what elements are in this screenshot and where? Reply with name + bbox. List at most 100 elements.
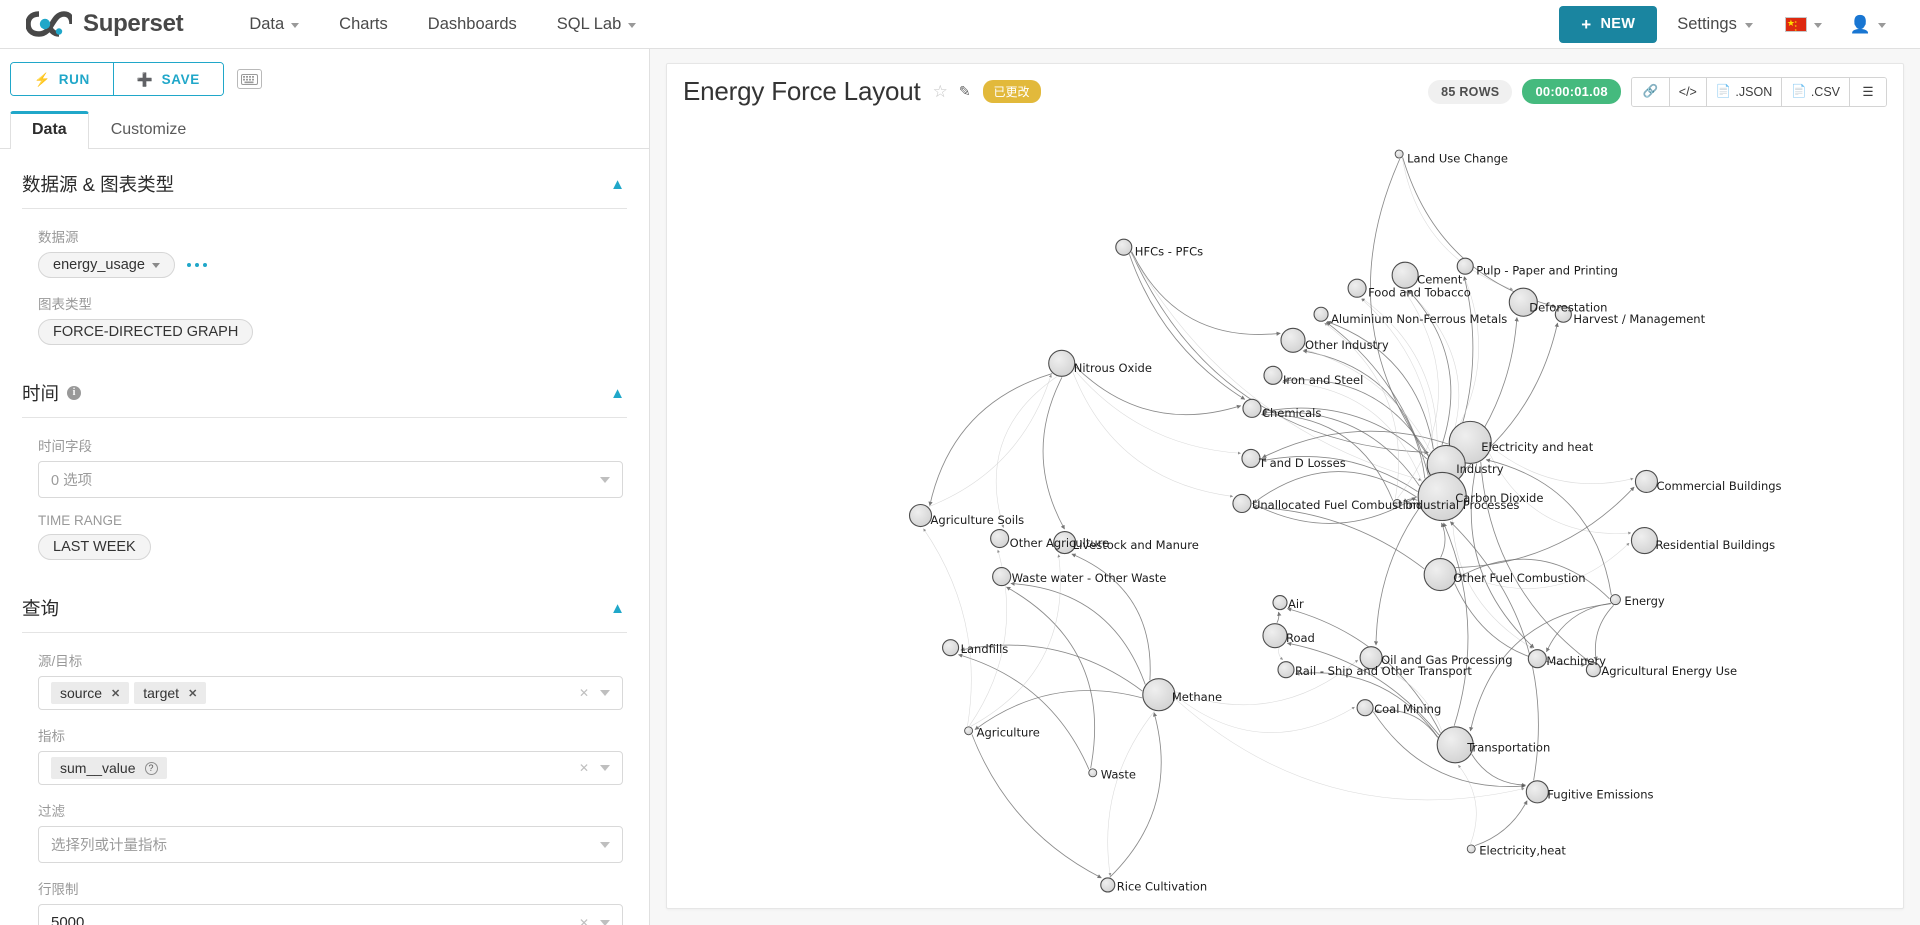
graph-node[interactable] — [1142, 678, 1176, 712]
embed-code-button[interactable]: </> — [1668, 77, 1706, 106]
graph-canvas[interactable]: Land Use Change HFCs - PFCs Pulp - Paper a… — [667, 117, 1903, 908]
metric-select[interactable]: sum__value ? ✕ — [38, 751, 623, 785]
graph-node[interactable] — [1394, 149, 1404, 159]
filters-select[interactable]: 选择列或计量指标 — [38, 826, 623, 863]
graph-node[interactable] — [1232, 493, 1252, 514]
graph-node[interactable] — [992, 567, 1012, 587]
tab-customize[interactable]: Customize — [89, 111, 209, 149]
remove-tag-icon[interactable]: ✕ — [188, 687, 197, 700]
graph-node[interactable] — [1525, 780, 1549, 804]
query-timer-badge: 00:00:01.08 — [1522, 79, 1621, 104]
time-range-value-pill[interactable]: LAST WEEK — [38, 534, 151, 560]
brand-logo-area[interactable]: Superset — [26, 10, 184, 38]
graph-node-label: Commercial Buildings — [1656, 479, 1781, 493]
graph-link — [1010, 581, 1146, 685]
row-limit-select[interactable]: 5000 ✕ — [38, 904, 623, 925]
graph-node[interactable] — [1423, 558, 1457, 592]
tab-data[interactable]: Data — [10, 111, 89, 149]
graph-node-label: Harvest / Management — [1573, 312, 1705, 326]
graph-node[interactable] — [1280, 327, 1306, 353]
clear-icon[interactable]: ✕ — [579, 687, 589, 699]
graph-node[interactable] — [1277, 661, 1295, 679]
more-options-button[interactable]: ☰ — [1849, 77, 1886, 106]
chevron-down-icon[interactable] — [600, 919, 610, 925]
source-target-tag[interactable]: source ✕ — [51, 682, 130, 704]
control-tabs: Data Customize — [0, 110, 649, 149]
graph-node[interactable] — [1347, 278, 1367, 298]
graph-node[interactable] — [964, 726, 974, 736]
nav-item-charts[interactable]: Charts — [319, 9, 408, 40]
graph-node[interactable] — [1391, 261, 1419, 289]
datasource-value-pill[interactable]: energy_usage — [38, 252, 175, 278]
graph-node[interactable] — [1527, 649, 1547, 669]
datasource-more-menu[interactable] — [186, 262, 208, 268]
edit-icon[interactable]: ✎ — [959, 83, 971, 100]
chevron-down-icon — [291, 22, 300, 28]
section-header-time[interactable]: 时间 i ▲ — [22, 366, 627, 418]
favorite-star-icon[interactable]: ☆ — [933, 82, 948, 102]
graph-link — [1471, 754, 1527, 788]
china-flag-icon — [1784, 16, 1807, 32]
graph-node[interactable] — [1100, 877, 1116, 893]
nav-item-dashboards[interactable]: Dashboards — [408, 9, 537, 40]
time-column-select[interactable]: 0 选项 — [38, 461, 623, 498]
chevron-down-icon[interactable] — [600, 841, 610, 848]
chart-header: Energy Force Layout ☆ ✎ 已更改 85 ROWS 00:0… — [667, 64, 1903, 117]
graph-node[interactable] — [1356, 699, 1374, 717]
graph-node[interactable] — [1263, 365, 1283, 385]
export-csv-button[interactable]: 📄 .CSV — [1781, 77, 1849, 106]
graph-node[interactable] — [990, 528, 1010, 549]
nav-item-data[interactable]: Data — [229, 9, 319, 40]
top-navbar: Superset Data Charts Dashboards SQL Lab … — [0, 0, 1920, 49]
clear-icon[interactable]: ✕ — [579, 917, 589, 925]
export-json-button[interactable]: 📄 .JSON — [1705, 77, 1782, 106]
source-target-tag[interactable]: target ✕ — [134, 682, 207, 704]
section-header-datasource[interactable]: 数据源 & 图表类型 ▲ — [22, 157, 627, 209]
settings-menu[interactable]: Settings — [1661, 9, 1769, 40]
chevron-down-icon[interactable] — [600, 476, 610, 483]
force-directed-graph[interactable]: Land Use Change HFCs - PFCs Pulp - Paper a… — [667, 117, 1903, 908]
user-avatar-icon: 👤 — [1849, 14, 1871, 34]
info-icon[interactable]: i — [67, 386, 82, 400]
graph-node[interactable] — [1048, 349, 1076, 377]
graph-node[interactable] — [1609, 594, 1621, 606]
language-selector[interactable] — [1773, 11, 1834, 38]
chevron-down-icon — [628, 22, 637, 28]
share-link-button[interactable]: 🔗 — [1631, 77, 1669, 106]
field-row-limit: 行限制 5000 ✕ — [38, 878, 627, 925]
nav-item-sql-lab[interactable]: SQL Lab — [537, 9, 657, 40]
metric-tag-label: sum__value — [60, 760, 136, 776]
graph-node[interactable] — [1242, 398, 1262, 418]
graph-node[interactable] — [1630, 526, 1659, 555]
section-header-query[interactable]: 查询 ▲ — [22, 581, 627, 633]
help-icon[interactable]: ? — [144, 761, 158, 775]
graph-node[interactable] — [942, 639, 960, 657]
graph-node[interactable] — [1115, 238, 1133, 256]
save-button[interactable]: ➕ SAVE — [112, 63, 223, 95]
run-button[interactable]: ⚡ RUN — [11, 63, 113, 95]
graph-node[interactable] — [1272, 595, 1288, 611]
tab-customize-label: Customize — [110, 121, 187, 138]
source-target-select[interactable]: source ✕ target ✕ ✕ — [38, 676, 623, 710]
user-menu[interactable]: 👤 — [1838, 10, 1898, 39]
graph-node[interactable] — [908, 503, 933, 528]
graph-node[interactable] — [1262, 623, 1288, 649]
graph-node[interactable] — [1466, 844, 1476, 854]
new-button[interactable]: + NEW — [1559, 5, 1658, 43]
remove-tag-icon[interactable]: ✕ — [111, 687, 120, 700]
graph-node[interactable] — [1241, 448, 1261, 468]
clear-icon[interactable]: ✕ — [579, 762, 589, 774]
chevron-down-icon[interactable] — [600, 690, 610, 696]
metric-tag[interactable]: sum__value ? — [51, 757, 167, 779]
hamburger-menu-icon: ☰ — [1862, 85, 1874, 99]
graph-node[interactable] — [1313, 306, 1329, 322]
chevron-down-icon[interactable] — [600, 765, 610, 771]
run-save-group: ⚡ RUN ➕ SAVE — [10, 62, 224, 96]
new-button-label: NEW — [1600, 16, 1636, 32]
graph-node[interactable] — [1088, 768, 1098, 778]
graph-node-label: Chemicals — [1262, 406, 1321, 420]
keyboard-shortcuts-button[interactable] — [236, 69, 262, 89]
graph-node[interactable] — [1634, 469, 1659, 494]
keyboard-icon — [240, 73, 258, 85]
viz-type-value-pill[interactable]: FORCE-DIRECTED GRAPH — [38, 319, 254, 345]
